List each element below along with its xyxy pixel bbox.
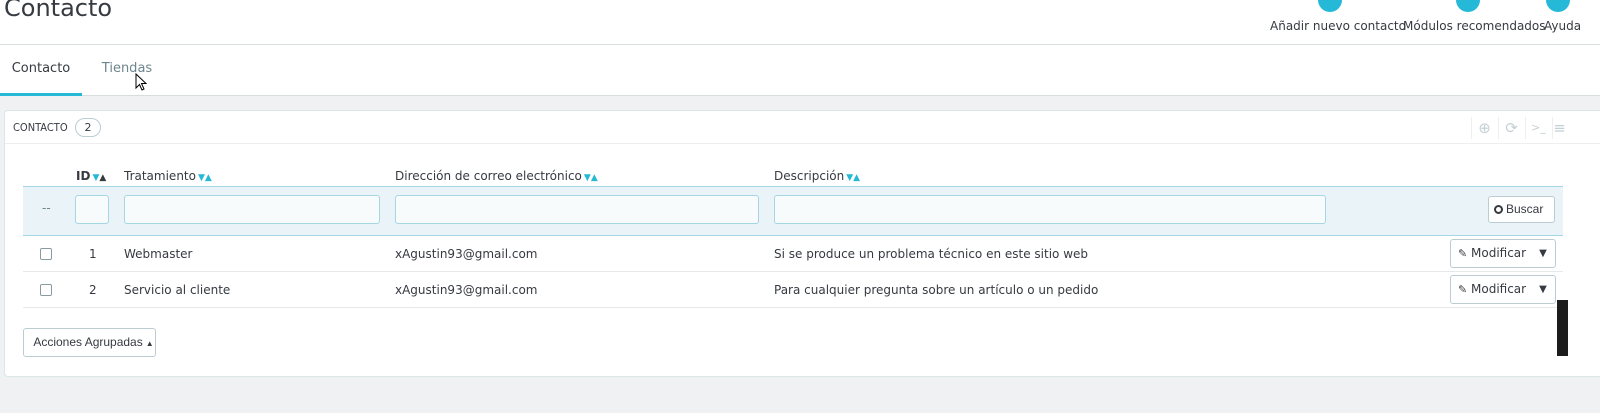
filter-id-input[interactable] <box>75 195 109 224</box>
column-header-id: ID ▼▲ <box>76 169 107 183</box>
side-scroll-handle[interactable] <box>1557 300 1568 356</box>
cell-id: 1 <box>89 247 97 261</box>
filter-email-input[interactable] <box>395 195 759 224</box>
column-header-title: Tratamiento ▼▲ <box>124 169 212 183</box>
column-header-email: Dirección de correo electrónico ▼▲ <box>395 169 598 183</box>
tab-tiendas[interactable]: Tiendas <box>86 45 168 96</box>
add-circle-icon <box>1318 0 1342 12</box>
row-action-group: ✎ Modificar ▼ <box>1450 239 1556 268</box>
page-title: Contacto <box>4 0 113 22</box>
help-label: Ayuda <box>1544 19 1582 33</box>
cell-description: Si se produce un problema técnico en est… <box>774 247 1089 261</box>
row-checkbox[interactable] <box>40 248 52 260</box>
table-row: 2 Servicio al cliente xAgustin93@gmail.c… <box>23 272 1563 308</box>
add-new-contact-button[interactable]: Añadir nuevo contacto <box>1270 0 1406 45</box>
cell-email: xAgustin93@gmail.com <box>395 283 538 297</box>
column-header-description: Descripción ▼▲ <box>774 169 861 183</box>
pencil-icon: ✎ <box>1458 247 1468 260</box>
recommended-modules-label: Módulos recomendados <box>1403 19 1546 33</box>
add-new-contact-label: Añadir nuevo contacto <box>1270 19 1406 33</box>
row-checkbox[interactable] <box>40 284 52 296</box>
sort-icon[interactable]: ▼▲ <box>584 173 598 183</box>
filter-row: -- Buscar <box>23 186 1563 236</box>
mouse-cursor-icon <box>135 73 147 91</box>
export-icon[interactable]: ≡ <box>1552 117 1566 139</box>
filter-dash: -- <box>42 201 51 215</box>
recommended-modules-button[interactable]: Módulos recomendados <box>1403 0 1546 45</box>
cell-email: xAgustin93@gmail.com <box>395 247 538 261</box>
cell-title: Servicio al cliente <box>124 283 231 297</box>
tab-bar: Contacto Tiendas <box>0 45 1600 96</box>
caret-up-icon: ▲ <box>145 339 154 348</box>
filter-description-input[interactable] <box>774 195 1326 224</box>
bulk-actions-button[interactable]: Acciones Agrupadas ▲ <box>23 328 156 357</box>
refresh-icon[interactable]: ⟳ <box>1498 117 1524 139</box>
cell-id: 2 <box>89 283 97 297</box>
sort-icon[interactable]: ▼▲ <box>198 173 212 183</box>
sql-query-icon[interactable]: >_ <box>1525 117 1551 139</box>
tab-contacto[interactable]: Contacto <box>0 45 82 96</box>
table-row: 1 Webmaster xAgustin93@gmail.com Si se p… <box>23 236 1563 272</box>
contact-list-panel: CONTACTO 2 ⊕ ⟳ >_ ≡ ID ▼▲ Tratamiento ▼▲ D… <box>4 110 1600 377</box>
add-icon[interactable]: ⊕ <box>1471 117 1497 139</box>
cell-description: Para cualquier pregunta sobre un artícul… <box>774 283 1099 297</box>
help-icon <box>1546 0 1570 12</box>
panel-title: CONTACTO <box>13 121 68 134</box>
edit-button[interactable]: ✎ Modificar <box>1451 240 1531 267</box>
puzzle-icon <box>1456 0 1480 12</box>
sort-icon[interactable]: ▼▲ <box>846 173 860 183</box>
chevron-down-icon[interactable]: ▼ <box>1531 276 1555 303</box>
chevron-down-icon[interactable]: ▼ <box>1531 240 1555 267</box>
search-button[interactable]: Buscar <box>1488 196 1555 223</box>
edit-button[interactable]: ✎ Modificar <box>1451 276 1531 303</box>
filter-title-input[interactable] <box>124 195 380 224</box>
pencil-icon: ✎ <box>1458 283 1468 296</box>
row-action-group: ✎ Modificar ▼ <box>1450 275 1556 304</box>
cell-title: Webmaster <box>124 247 193 261</box>
count-badge: 2 <box>75 118 101 137</box>
panel-heading: CONTACTO 2 ⊕ ⟳ >_ ≡ <box>5 111 1600 144</box>
page-header: Contacto Añadir nuevo contacto Módulos r… <box>0 0 1600 45</box>
sort-icon[interactable]: ▼▲ <box>92 173 106 183</box>
search-icon <box>1494 205 1503 214</box>
help-button[interactable]: Ayuda <box>1544 0 1600 45</box>
